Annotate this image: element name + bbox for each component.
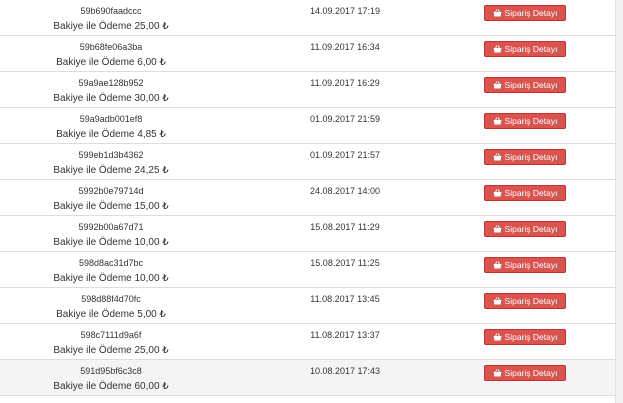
shopping-basket-icon [493,333,502,341]
order-detail-button-label: Sipariş Detayı [504,296,558,306]
order-id: 591d95bf6c3c8 [80,366,142,376]
table-row: 5992b00a67d71 Bakiye ile Ödeme 10,00 ₺ 1… [0,216,616,252]
order-detail-button[interactable]: Sipariş Detayı [484,77,566,93]
order-date: 11.08.2017 13:45 [310,294,380,304]
order-detail-button[interactable]: Sipariş Detayı [484,185,566,201]
order-description: Bakiye ile Ödeme 60,00 ₺ [53,381,169,392]
order-date: 11.08.2017 13:37 [310,330,380,340]
order-description: Bakiye ile Ödeme 25,00 ₺ [53,345,169,356]
order-description: Bakiye ile Ödeme 25,00 ₺ [53,21,169,32]
order-detail-button-label: Sipariş Detayı [504,368,558,378]
shopping-basket-icon [493,117,502,125]
order-description: Bakiye ile Ödeme 24,25 ₺ [53,165,169,176]
order-detail-button-label: Sipariş Detayı [504,152,558,162]
order-id: 59a9ae128b952 [78,78,144,88]
order-detail-button[interactable]: Sipariş Detayı [484,149,566,165]
table-row: 5992b0e79714d Bakiye ile Ödeme 15,00 ₺ 2… [0,180,616,216]
order-detail-button-label: Sipariş Detayı [504,116,558,126]
order-detail-button[interactable]: Sipariş Detayı [484,5,566,21]
order-detail-button-label: Sipariş Detayı [504,8,558,18]
order-id: 5992b00a67d71 [78,222,144,232]
table-row: 599eb1d3b4362 Bakiye ile Ödeme 24,25 ₺ 0… [0,144,616,180]
order-detail-button[interactable]: Sipariş Detayı [484,221,566,237]
table-row: 59a9ae128b952 Bakiye ile Ödeme 30,00 ₺ 1… [0,72,616,108]
shopping-basket-icon [493,261,502,269]
order-detail-button-label: Sipariş Detayı [504,260,558,270]
order-detail-button[interactable]: Sipariş Detayı [484,329,566,345]
order-description: Bakiye ile Ödeme 6,00 ₺ [56,57,166,68]
order-id: 599eb1d3b4362 [78,150,144,160]
order-description: Bakiye ile Ödeme 4,85 ₺ [56,129,166,140]
order-id: 59b68fe06a3ba [79,42,143,52]
order-date: 10.08.2017 17:43 [309,366,381,376]
order-date: 11.09.2017 16:34 [310,42,380,52]
table-row: 598d88f4d70fc Bakiye ile Ödeme 5,00 ₺ 11… [0,288,616,324]
order-detail-button-label: Sipariş Detayı [504,188,558,198]
table-row: 598c7111d9a6f Bakiye ile Ödeme 25,00 ₺ 1… [0,324,616,360]
order-id: 59a9adb001ef8 [79,114,143,124]
order-date: 14.09.2017 17:19 [309,6,381,16]
shopping-basket-icon [493,9,502,17]
order-date: 24.08.2017 14:00 [309,186,381,196]
order-date: 15.08.2017 11:29 [310,222,380,232]
table-row: 59a9adb001ef8 Bakiye ile Ödeme 4,85 ₺ 01… [0,108,616,144]
order-detail-button[interactable]: Sipariş Detayı [484,365,566,381]
order-detail-button-label: Sipariş Detayı [504,224,558,234]
order-id: 598d8ac31d7bc [78,258,144,268]
order-description: Bakiye ile Ödeme 5,00 ₺ [56,309,166,320]
order-detail-button-label: Sipariş Detayı [504,332,558,342]
order-date: 11.09.2017 16:29 [310,78,380,88]
order-date: 01.09.2017 21:57 [309,150,381,160]
table-row: 598d8ac31d7bc Bakiye ile Ödeme 10,00 ₺ 1… [0,252,616,288]
order-id: 598d88f4d70fc [81,294,141,304]
shopping-basket-icon [493,297,502,305]
table-row: 59b68fe06a3ba Bakiye ile Ödeme 6,00 ₺ 11… [0,36,616,72]
vertical-scrollbar[interactable] [615,0,623,403]
shopping-basket-icon [493,225,502,233]
order-description: Bakiye ile Ödeme 10,00 ₺ [53,273,169,284]
order-date: 15.08.2017 11:25 [310,258,380,268]
shopping-basket-icon [493,369,502,377]
order-id: 5992b0e79714d [78,186,144,196]
shopping-basket-icon [493,45,502,53]
order-description: Bakiye ile Ödeme 10,00 ₺ [53,237,169,248]
order-detail-button[interactable]: Sipariş Detayı [484,41,566,57]
orders-table: 59b690faadccc Bakiye ile Ödeme 25,00 ₺ 1… [0,0,616,396]
shopping-basket-icon [493,189,502,197]
order-detail-button-label: Sipariş Detayı [504,80,558,90]
order-id: 598c7111d9a6f [80,330,142,340]
table-row: 59b690faadccc Bakiye ile Ödeme 25,00 ₺ 1… [0,0,616,36]
shopping-basket-icon [493,81,502,89]
order-id: 59b690faadccc [80,6,142,16]
order-date: 01.09.2017 21:59 [309,114,381,124]
shopping-basket-icon [493,153,502,161]
order-detail-button-label: Sipariş Detayı [504,44,558,54]
order-detail-button[interactable]: Sipariş Detayı [484,113,566,129]
order-detail-button[interactable]: Sipariş Detayı [484,293,566,309]
order-detail-button[interactable]: Sipariş Detayı [484,257,566,273]
order-description: Bakiye ile Ödeme 15,00 ₺ [53,201,169,212]
table-row: 591d95bf6c3c8 Bakiye ile Ödeme 60,00 ₺ 1… [0,360,616,396]
order-description: Bakiye ile Ödeme 30,00 ₺ [53,93,169,104]
